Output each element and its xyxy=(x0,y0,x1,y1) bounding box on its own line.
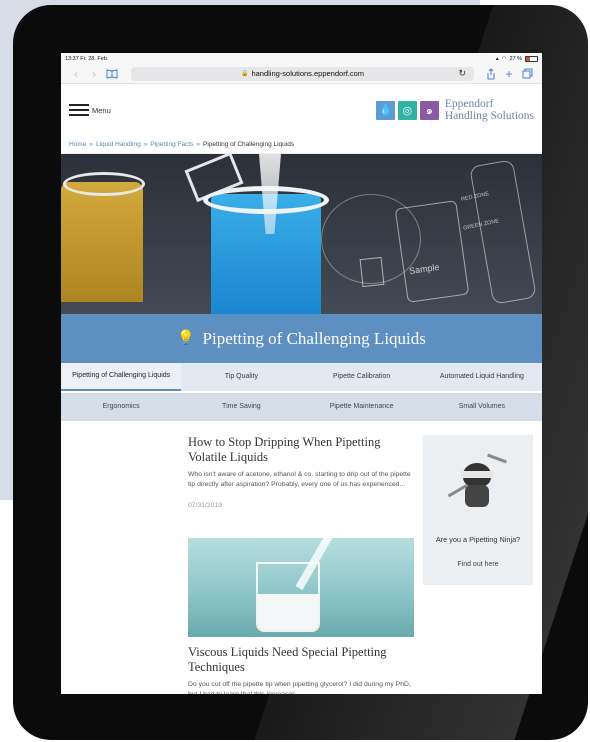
article-date: 07/31/2019 xyxy=(188,501,223,509)
foaming-liquids-tag xyxy=(359,256,385,288)
tab-pipetting-of-challenging-liquids[interactable]: Pipetting of Challenging Liquids xyxy=(61,363,182,391)
brand-logo[interactable]: 💧 ◎ ๑ Eppendorf Handling Solutions xyxy=(375,98,534,122)
share-icon[interactable] xyxy=(482,66,500,82)
wifi-icon: ◠ xyxy=(501,55,507,62)
article-card[interactable]: Viscous Liquids Need Special Pipetting T… xyxy=(188,645,414,694)
status-time-date: 13:37 Fr. 28. Feb. xyxy=(65,56,108,62)
status-bar: 13:37 Fr. 28. Feb. ▴ ◠ 27 % xyxy=(61,53,542,64)
page-title: Pipetting of Challenging Liquids xyxy=(202,328,426,348)
tab-automated-liquid-handling[interactable]: Automated Liquid Handling xyxy=(422,363,542,391)
viscous-liquid-graphic xyxy=(258,594,318,630)
address-bar[interactable]: 🔒 handling-solutions.eppendorf.com ↻ xyxy=(131,66,474,81)
reload-icon[interactable]: ↻ xyxy=(458,68,466,79)
brand-name: Eppendorf Handling Solutions xyxy=(445,98,534,122)
plus-icon[interactable]: + xyxy=(500,66,518,82)
article-image[interactable] xyxy=(188,538,414,637)
breadcrumb-current: Pipetting of Challenging Liquids xyxy=(203,141,295,148)
spiral-icon: ๑ xyxy=(419,100,439,120)
tab-time-saving[interactable]: Time Saving xyxy=(181,393,301,421)
page-title-band: 💡 Pipetting of Challenging Liquids xyxy=(61,314,542,363)
status-time: 13:37 xyxy=(65,55,79,62)
tab-ergonomics[interactable]: Ergonomics xyxy=(61,393,181,421)
tab-tip-quality[interactable]: Tip Quality xyxy=(181,363,301,391)
status-right: ▴ ◠ 27 % xyxy=(495,55,538,62)
chevron-left-icon[interactable]: ‹ xyxy=(67,66,85,82)
brand-line2: Handling Solutions xyxy=(444,110,534,122)
yellow-tube-rim xyxy=(63,172,145,196)
tab-row-1: Pipetting of Challenging Liquids Tip Qua… xyxy=(61,363,542,391)
tab-small-volumes[interactable]: Small Volumes xyxy=(422,393,542,421)
battery-icon xyxy=(525,55,538,62)
article-title[interactable]: How to Stop Dripping When Pipetting Vola… xyxy=(188,435,414,465)
article-excerpt: Do you cut off the pipette tip when pipe… xyxy=(188,680,411,695)
breadcrumb: Home » Liquid Handling » Pipetting Facts… xyxy=(61,136,542,154)
article-card[interactable]: How to Stop Dripping When Pipetting Vola… xyxy=(188,435,414,509)
find-out-link[interactable]: Find out here xyxy=(423,561,533,568)
signal-icon: ▴ xyxy=(495,55,499,62)
stage: 13:37 Fr. 28. Feb. ▴ ◠ 27 % ‹ › 🔒 handli… xyxy=(0,0,590,742)
ninja-icon xyxy=(445,449,507,511)
ninja-question: Are you a Pipetting Ninja? xyxy=(435,535,521,544)
browser-toolbar: ‹ › 🔒 handling-solutions.eppendorf.com ↻… xyxy=(61,64,542,84)
breadcrumb-separator: » xyxy=(89,141,93,148)
main-content: How to Stop Dripping When Pipetting Vola… xyxy=(61,421,542,694)
breadcrumb-liquid-handling[interactable]: Liquid Handling xyxy=(96,141,141,148)
menu-label: Menu xyxy=(92,105,111,115)
ninja-promo-card[interactable]: Are you a Pipetting Ninja? Find out here xyxy=(423,435,533,585)
site-header: Menu 💧 ◎ ๑ Eppendorf Handling Solutions xyxy=(61,84,542,136)
breadcrumb-separator: » xyxy=(143,141,148,148)
article-title[interactable]: Viscous Liquids Need Special Pipetting T… xyxy=(188,645,414,675)
url-text: handling-solutions.eppendorf.com xyxy=(251,69,365,78)
tabs-icon[interactable] xyxy=(518,66,536,82)
target-icon: ◎ xyxy=(397,100,417,120)
article-excerpt: Who isn't aware of acetone, ethanol & co… xyxy=(188,470,411,488)
breadcrumb-pipetting-facts[interactable]: Pipetting Facts xyxy=(150,141,193,148)
lock-icon: 🔒 xyxy=(240,71,249,77)
status-date: Fr. 28. Feb. xyxy=(80,55,109,62)
tab-row-2: Ergonomics Time Saving Pipette Maintenan… xyxy=(61,393,542,421)
battery-percent: 27 % xyxy=(509,55,522,62)
drop-icon: 💧 xyxy=(375,100,395,120)
book-icon[interactable] xyxy=(103,66,121,82)
hamburger-icon xyxy=(69,104,89,116)
tab-pipette-calibration[interactable]: Pipette Calibration xyxy=(302,363,422,391)
menu-button[interactable]: Menu xyxy=(69,104,111,116)
brand-line1: Eppendorf xyxy=(444,97,494,110)
tab-pipette-maintenance[interactable]: Pipette Maintenance xyxy=(302,393,422,421)
breadcrumb-separator: » xyxy=(196,141,201,148)
hero-image: Sample RED ZONE GREEN ZONE xyxy=(61,154,542,314)
tube-graphic xyxy=(469,159,537,305)
breadcrumb-home[interactable]: Home xyxy=(69,141,86,148)
yellow-liquid-tube xyxy=(61,182,143,302)
chevron-right-icon[interactable]: › xyxy=(85,66,103,82)
tablet-screen: 13:37 Fr. 28. Feb. ▴ ◠ 27 % ‹ › 🔒 handli… xyxy=(61,53,542,694)
lightbulb-icon: 💡 xyxy=(177,331,195,346)
sample-card xyxy=(394,200,470,303)
